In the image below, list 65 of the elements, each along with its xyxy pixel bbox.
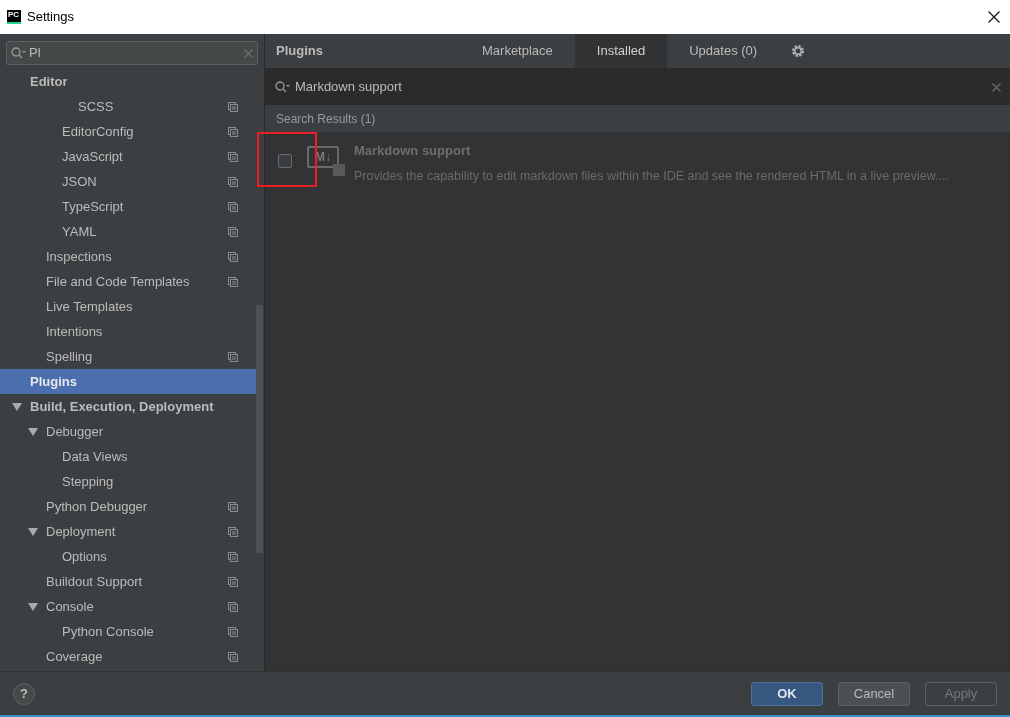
project-level-icon xyxy=(228,252,238,262)
project-level-icon xyxy=(228,577,238,587)
project-level-icon xyxy=(228,552,238,562)
tab[interactable]: Installed xyxy=(574,34,668,68)
tree-item[interactable]: Python Debugger xyxy=(0,494,256,519)
tree-item[interactable]: Debugger xyxy=(0,419,256,444)
results-heading: Search Results (1) xyxy=(276,111,376,128)
project-level-icon xyxy=(228,602,238,612)
settings-icon[interactable] xyxy=(791,44,806,58)
project-level-icon xyxy=(228,277,238,287)
tree-item[interactable]: JavaScript xyxy=(0,144,256,169)
expanded-arrow-icon[interactable] xyxy=(28,528,38,536)
tree-item[interactable]: Buildout Support xyxy=(0,569,256,594)
project-level-icon xyxy=(228,152,238,162)
help-button[interactable]: ? xyxy=(13,682,35,705)
project-level-icon xyxy=(228,127,238,137)
tree-item[interactable]: SCSS xyxy=(0,94,256,119)
dialog-button[interactable]: Cancel xyxy=(838,681,910,706)
tree-item[interactable]: Coverage xyxy=(0,644,256,669)
tree-item[interactable]: Editor xyxy=(0,69,256,94)
tree-item[interactable]: Deployment xyxy=(0,519,256,544)
tree-item[interactable]: Intentions xyxy=(0,319,256,344)
window-title: Settings xyxy=(27,8,74,27)
enable-checkbox[interactable] xyxy=(278,154,292,168)
tree-item[interactable]: EditorConfig xyxy=(0,119,256,144)
tree-item[interactable]: YAML xyxy=(0,219,256,244)
tree-item[interactable]: Stepping xyxy=(0,469,256,494)
search-icon xyxy=(11,47,27,59)
app-logo: PC xyxy=(7,10,21,24)
expanded-arrow-icon[interactable] xyxy=(12,403,22,411)
dialog-button[interactable]: OK xyxy=(751,681,823,706)
project-level-icon xyxy=(228,177,238,187)
tree-item[interactable]: Spelling xyxy=(0,344,256,369)
plugin-name: Markdown support xyxy=(354,142,472,160)
tree-item[interactable]: Live Templates xyxy=(0,294,256,319)
search-icon xyxy=(275,81,291,93)
tree-item[interactable]: Inspections xyxy=(0,244,256,269)
project-level-icon xyxy=(228,627,238,637)
project-level-icon xyxy=(228,352,238,362)
close-icon[interactable] xyxy=(988,11,1000,23)
tree-item[interactable]: File and Code Templates xyxy=(0,269,256,294)
search-value: Markdown support xyxy=(295,78,403,97)
project-level-icon xyxy=(228,227,238,237)
project-level-icon xyxy=(228,652,238,662)
tree-item[interactable]: Options xyxy=(0,544,256,569)
scrollbar[interactable] xyxy=(256,305,263,553)
project-level-icon xyxy=(228,102,238,112)
expanded-arrow-icon[interactable] xyxy=(28,428,38,436)
expanded-arrow-icon[interactable] xyxy=(28,603,38,611)
panel-title: Plugins xyxy=(275,42,324,61)
tree-item[interactable]: Console xyxy=(0,594,256,619)
tree-item[interactable]: Python Console xyxy=(0,619,256,644)
project-level-icon xyxy=(228,502,238,512)
tree-item[interactable]: JSON xyxy=(0,169,256,194)
tree-item[interactable]: TypeScript xyxy=(0,194,256,219)
settings-search-field[interactable]: Pl xyxy=(6,41,258,65)
project-level-icon xyxy=(228,202,238,212)
search-value: Pl xyxy=(29,44,42,63)
plugin-search-field[interactable]: Markdown support xyxy=(265,69,1010,106)
project-level-icon xyxy=(228,527,238,537)
tree-item[interactable]: Build, Execution, Deployment xyxy=(0,394,256,419)
tree-item[interactable]: Plugins xyxy=(0,369,256,394)
tree-item[interactable]: Data Views xyxy=(0,444,256,469)
badge-icon xyxy=(333,164,345,176)
clear-icon[interactable] xyxy=(992,82,1001,92)
